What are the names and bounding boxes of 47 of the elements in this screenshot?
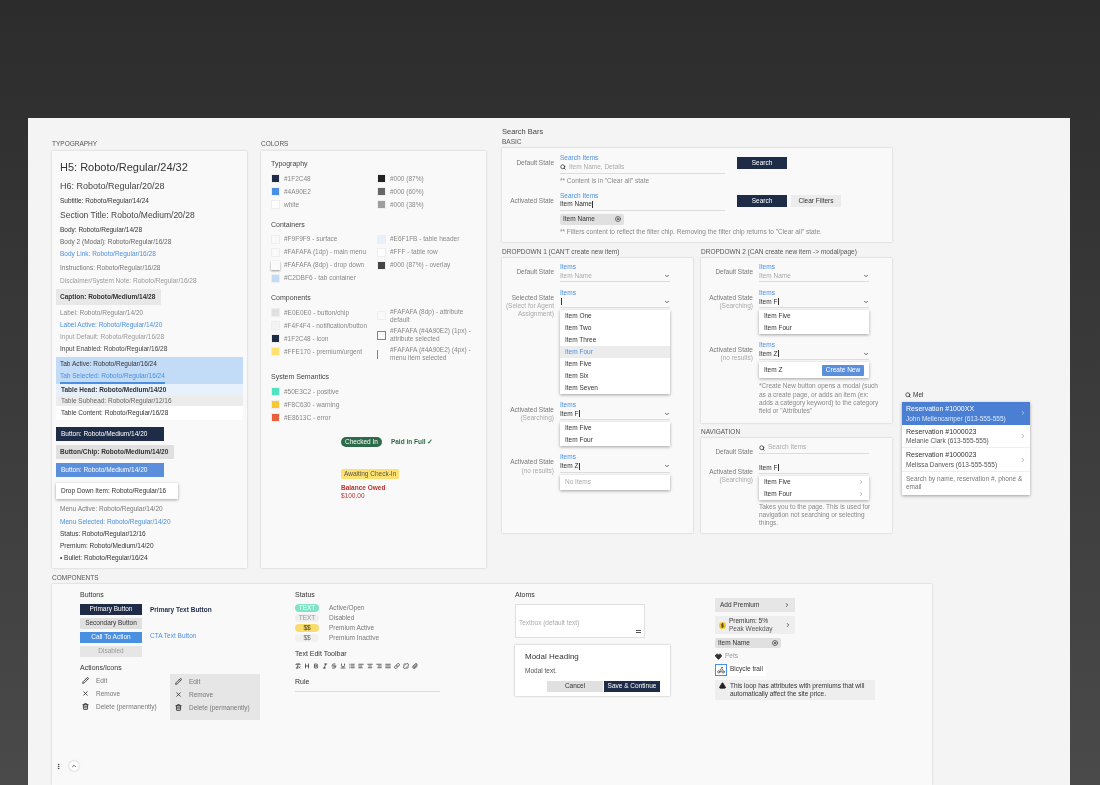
section-title-sample: Section Title: Roboto/Medium/20/28 <box>60 209 196 222</box>
close-icon[interactable] <box>81 690 89 698</box>
search-icon <box>759 444 765 451</box>
close-icon[interactable] <box>772 640 778 647</box>
chevron-right-icon <box>1020 456 1026 463</box>
heading-sample: H6: Roboto/Regular/20/28 <box>60 179 166 193</box>
list-icon[interactable] <box>349 662 355 669</box>
close-icon[interactable] <box>615 216 621 223</box>
trash-icon[interactable] <box>81 703 89 711</box>
close-icon[interactable] <box>174 691 182 699</box>
chevron-right-icon <box>1020 433 1026 440</box>
caret-icon <box>664 298 670 305</box>
caret-icon <box>664 410 670 417</box>
justify-icon[interactable] <box>385 662 391 669</box>
underline-icon[interactable] <box>340 662 346 669</box>
align-left-icon[interactable] <box>358 662 364 669</box>
dollar-icon <box>719 621 726 629</box>
resize-handle-icon <box>636 629 641 633</box>
chevron-up-icon <box>71 763 77 769</box>
unlink-icon[interactable] <box>403 662 409 669</box>
caret-icon <box>664 463 670 469</box>
clear-format-icon[interactable] <box>295 662 301 669</box>
chevron-right-icon <box>785 622 791 629</box>
heading-icon[interactable] <box>304 662 310 669</box>
chevron-right-icon <box>784 602 790 609</box>
caret-icon <box>863 298 869 305</box>
search-icon <box>905 392 911 399</box>
caret-icon <box>664 272 670 279</box>
edit-icon[interactable] <box>174 678 182 686</box>
bold-icon[interactable] <box>313 662 319 669</box>
bicycle-icon <box>717 665 725 674</box>
warning-icon <box>719 681 726 689</box>
modal-heading: Modal Heading <box>525 650 580 663</box>
heading-sample: H5: Roboto/Regular/24/32 <box>60 160 189 176</box>
chevron-right-icon <box>1020 410 1026 417</box>
heart-icon <box>715 652 722 660</box>
caret-icon <box>863 350 869 357</box>
italic-icon[interactable] <box>322 662 328 669</box>
align-center-icon[interactable] <box>367 662 373 669</box>
trash-icon[interactable] <box>174 704 182 712</box>
strikethrough-icon[interactable] <box>331 662 337 669</box>
paperclip-icon[interactable] <box>412 662 418 669</box>
caret-icon <box>863 272 869 279</box>
link-icon[interactable] <box>394 662 400 669</box>
align-right-icon[interactable] <box>376 662 382 669</box>
edit-icon[interactable] <box>81 677 89 685</box>
search-icon <box>560 164 566 170</box>
